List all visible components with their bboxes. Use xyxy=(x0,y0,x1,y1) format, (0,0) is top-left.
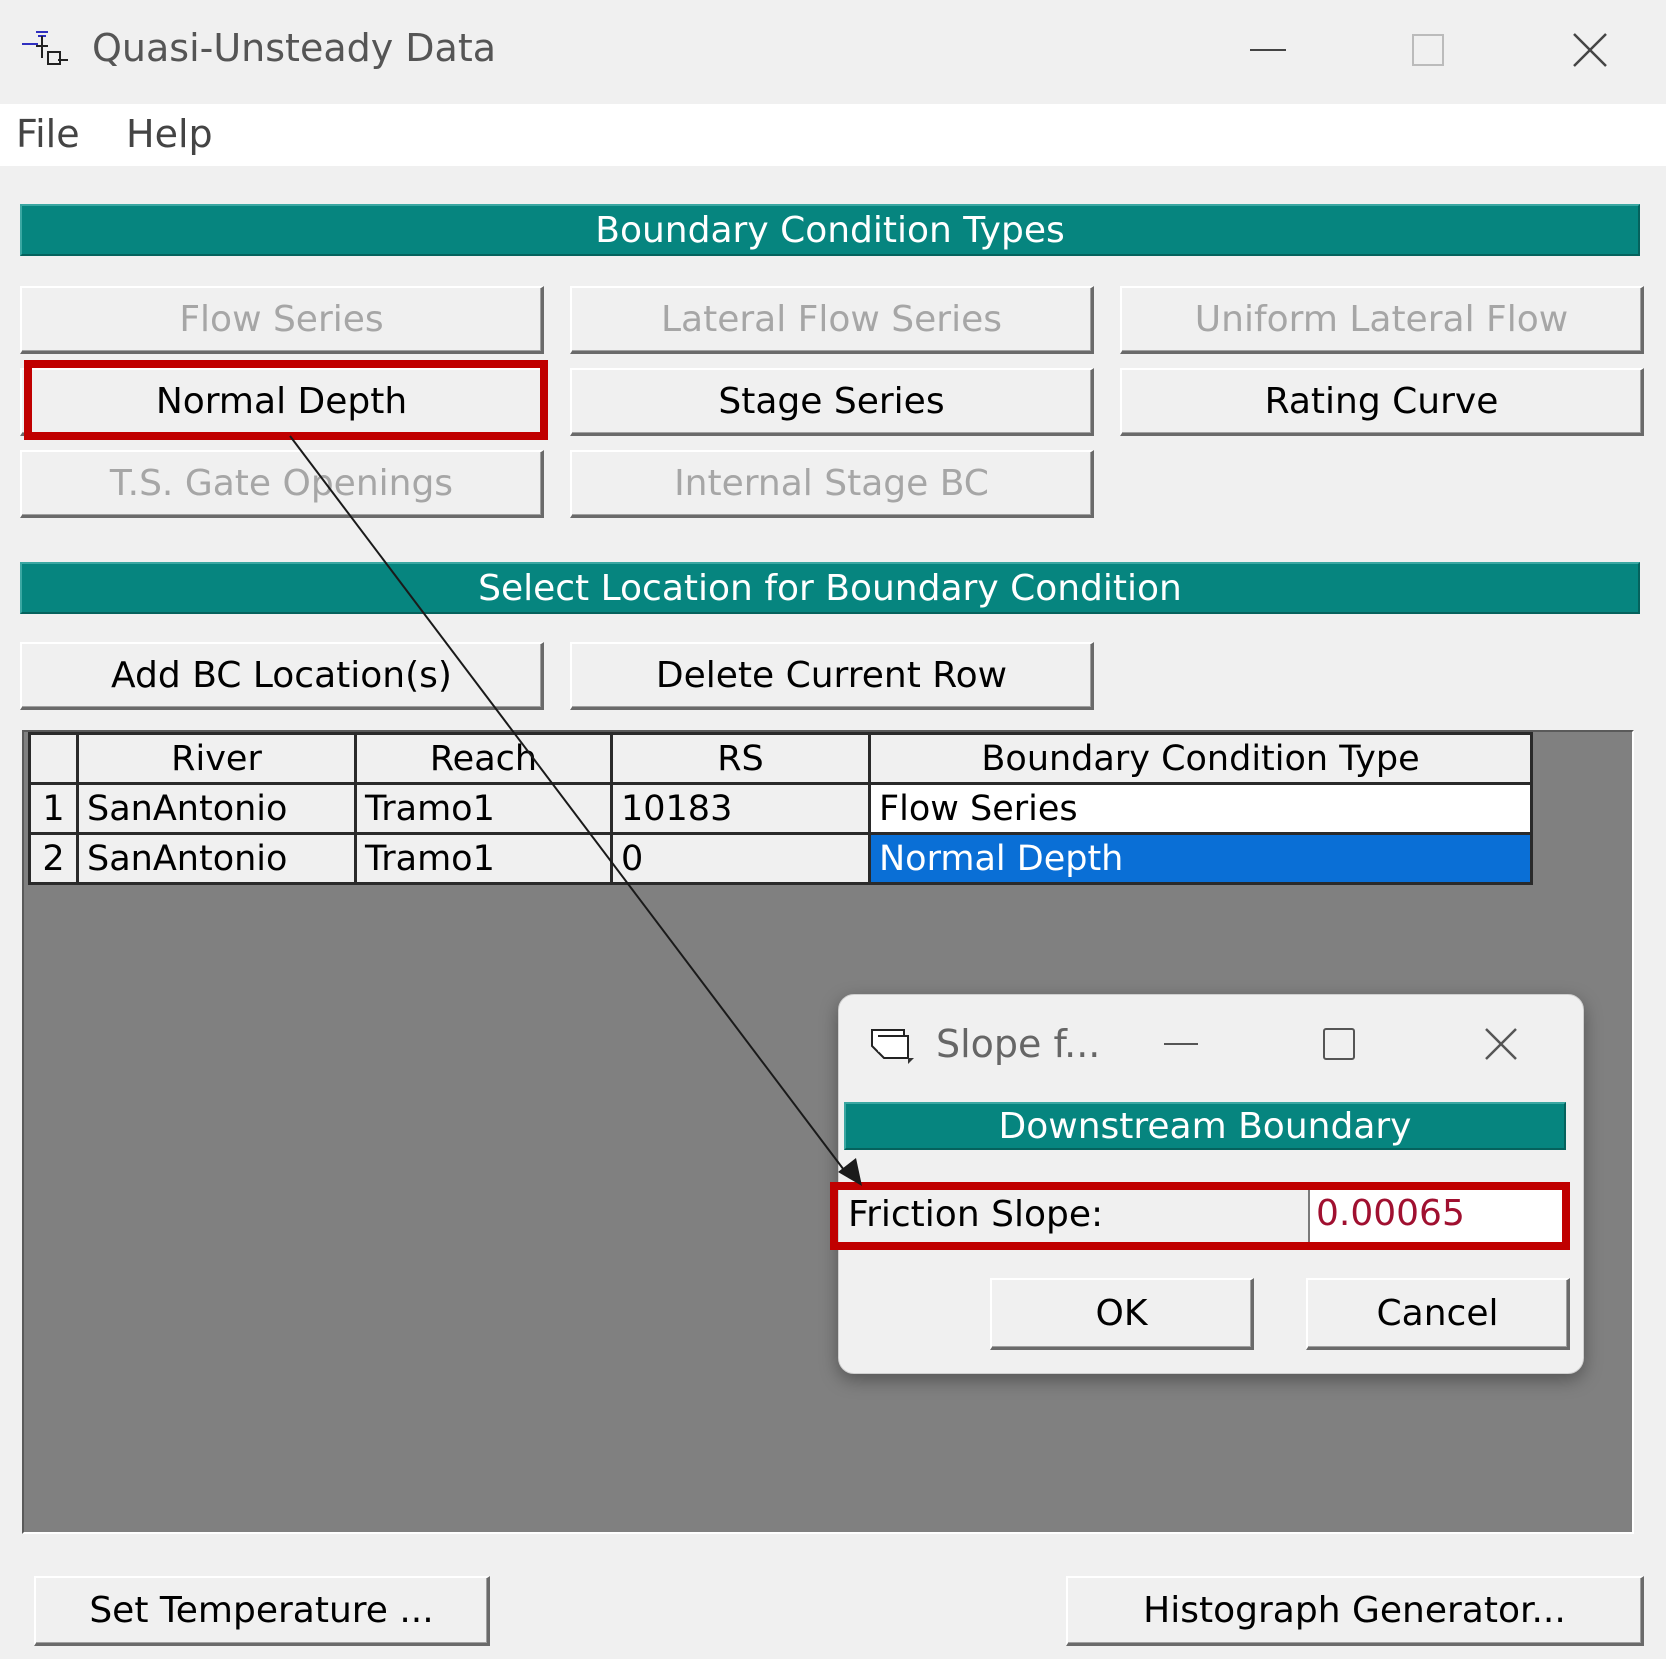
friction-slope-input[interactable] xyxy=(1308,1182,1570,1244)
bc-type-cell-selected[interactable]: Normal Depth xyxy=(868,832,1533,885)
stage-series-button[interactable]: Stage Series xyxy=(570,368,1094,436)
column-header-bc-type[interactable]: Boundary Condition Type xyxy=(868,732,1533,785)
minimize-button[interactable] xyxy=(1228,22,1308,78)
add-bc-location-button[interactable]: Add BC Location(s) xyxy=(20,642,544,710)
menu-help[interactable]: Help xyxy=(126,112,213,156)
bc-types-header: Boundary Condition Types xyxy=(20,204,1640,256)
row-number[interactable]: 2 xyxy=(28,832,79,885)
rs-cell[interactable]: 0 xyxy=(610,832,871,885)
river-cell[interactable]: SanAntonio xyxy=(76,782,357,835)
ok-button[interactable]: OK xyxy=(990,1278,1254,1350)
dialog-title: Slope f... xyxy=(936,1022,1101,1066)
friction-slope-label: Friction Slope: xyxy=(848,1194,1104,1235)
cancel-button[interactable]: Cancel xyxy=(1306,1278,1570,1350)
maximize-icon xyxy=(1412,34,1444,66)
minimize-icon xyxy=(1164,1043,1198,1045)
set-temperature-button[interactable]: Set Temperature ... xyxy=(34,1576,490,1646)
lateral-flow-series-button[interactable]: Lateral Flow Series xyxy=(570,286,1094,354)
menu-bar xyxy=(0,104,1666,166)
normal-depth-button[interactable]: Normal Depth xyxy=(20,368,544,436)
column-header-reach[interactable]: Reach xyxy=(354,732,613,785)
row-number[interactable]: 1 xyxy=(28,782,79,835)
column-header-rs[interactable]: RS xyxy=(610,732,871,785)
flow-series-button[interactable]: Flow Series xyxy=(20,286,544,354)
location-header: Select Location for Boundary Condition xyxy=(20,562,1640,614)
delete-current-row-button[interactable]: Delete Current Row xyxy=(570,642,1094,710)
menu-file[interactable]: File xyxy=(16,112,80,156)
uniform-lateral-flow-button[interactable]: Uniform Lateral Flow xyxy=(1120,286,1644,354)
close-icon xyxy=(1573,33,1607,67)
table-row[interactable]: 2 SanAntonio Tramo1 0 Normal Depth xyxy=(28,832,1533,885)
column-header-river[interactable]: River xyxy=(76,732,357,785)
bc-type-cell[interactable]: Flow Series xyxy=(868,782,1533,835)
table-header-row: River Reach RS Boundary Condition Type xyxy=(28,732,1533,785)
dialog-close-button[interactable] xyxy=(1466,1016,1536,1072)
histograph-generator-button[interactable]: Histograph Generator... xyxy=(1066,1576,1644,1646)
dialog-maximize-button[interactable] xyxy=(1304,1016,1374,1072)
dialog-icon xyxy=(868,1022,918,1066)
reach-cell[interactable]: Tramo1 xyxy=(354,832,613,885)
internal-stage-bc-button[interactable]: Internal Stage BC xyxy=(570,450,1094,518)
bc-location-table: River Reach RS Boundary Condition Type 1… xyxy=(28,732,1533,885)
dialog-minimize-button[interactable] xyxy=(1146,1016,1216,1072)
rs-cell[interactable]: 10183 xyxy=(610,782,871,835)
rating-curve-button[interactable]: Rating Curve xyxy=(1120,368,1644,436)
maximize-icon xyxy=(1323,1028,1355,1060)
app-icon xyxy=(18,24,72,70)
river-cell[interactable]: SanAntonio xyxy=(76,832,357,885)
table-row[interactable]: 1 SanAntonio Tramo1 10183 Flow Series xyxy=(28,782,1533,835)
downstream-boundary-header: Downstream Boundary xyxy=(844,1102,1566,1150)
maximize-button[interactable] xyxy=(1388,22,1468,78)
minimize-icon xyxy=(1250,49,1286,51)
reach-cell[interactable]: Tramo1 xyxy=(354,782,613,835)
close-icon xyxy=(1485,1028,1517,1060)
corner-header xyxy=(28,732,79,785)
ts-gate-openings-button[interactable]: T.S. Gate Openings xyxy=(20,450,544,518)
window-title: Quasi-Unsteady Data xyxy=(92,26,497,70)
close-button[interactable] xyxy=(1550,22,1630,78)
